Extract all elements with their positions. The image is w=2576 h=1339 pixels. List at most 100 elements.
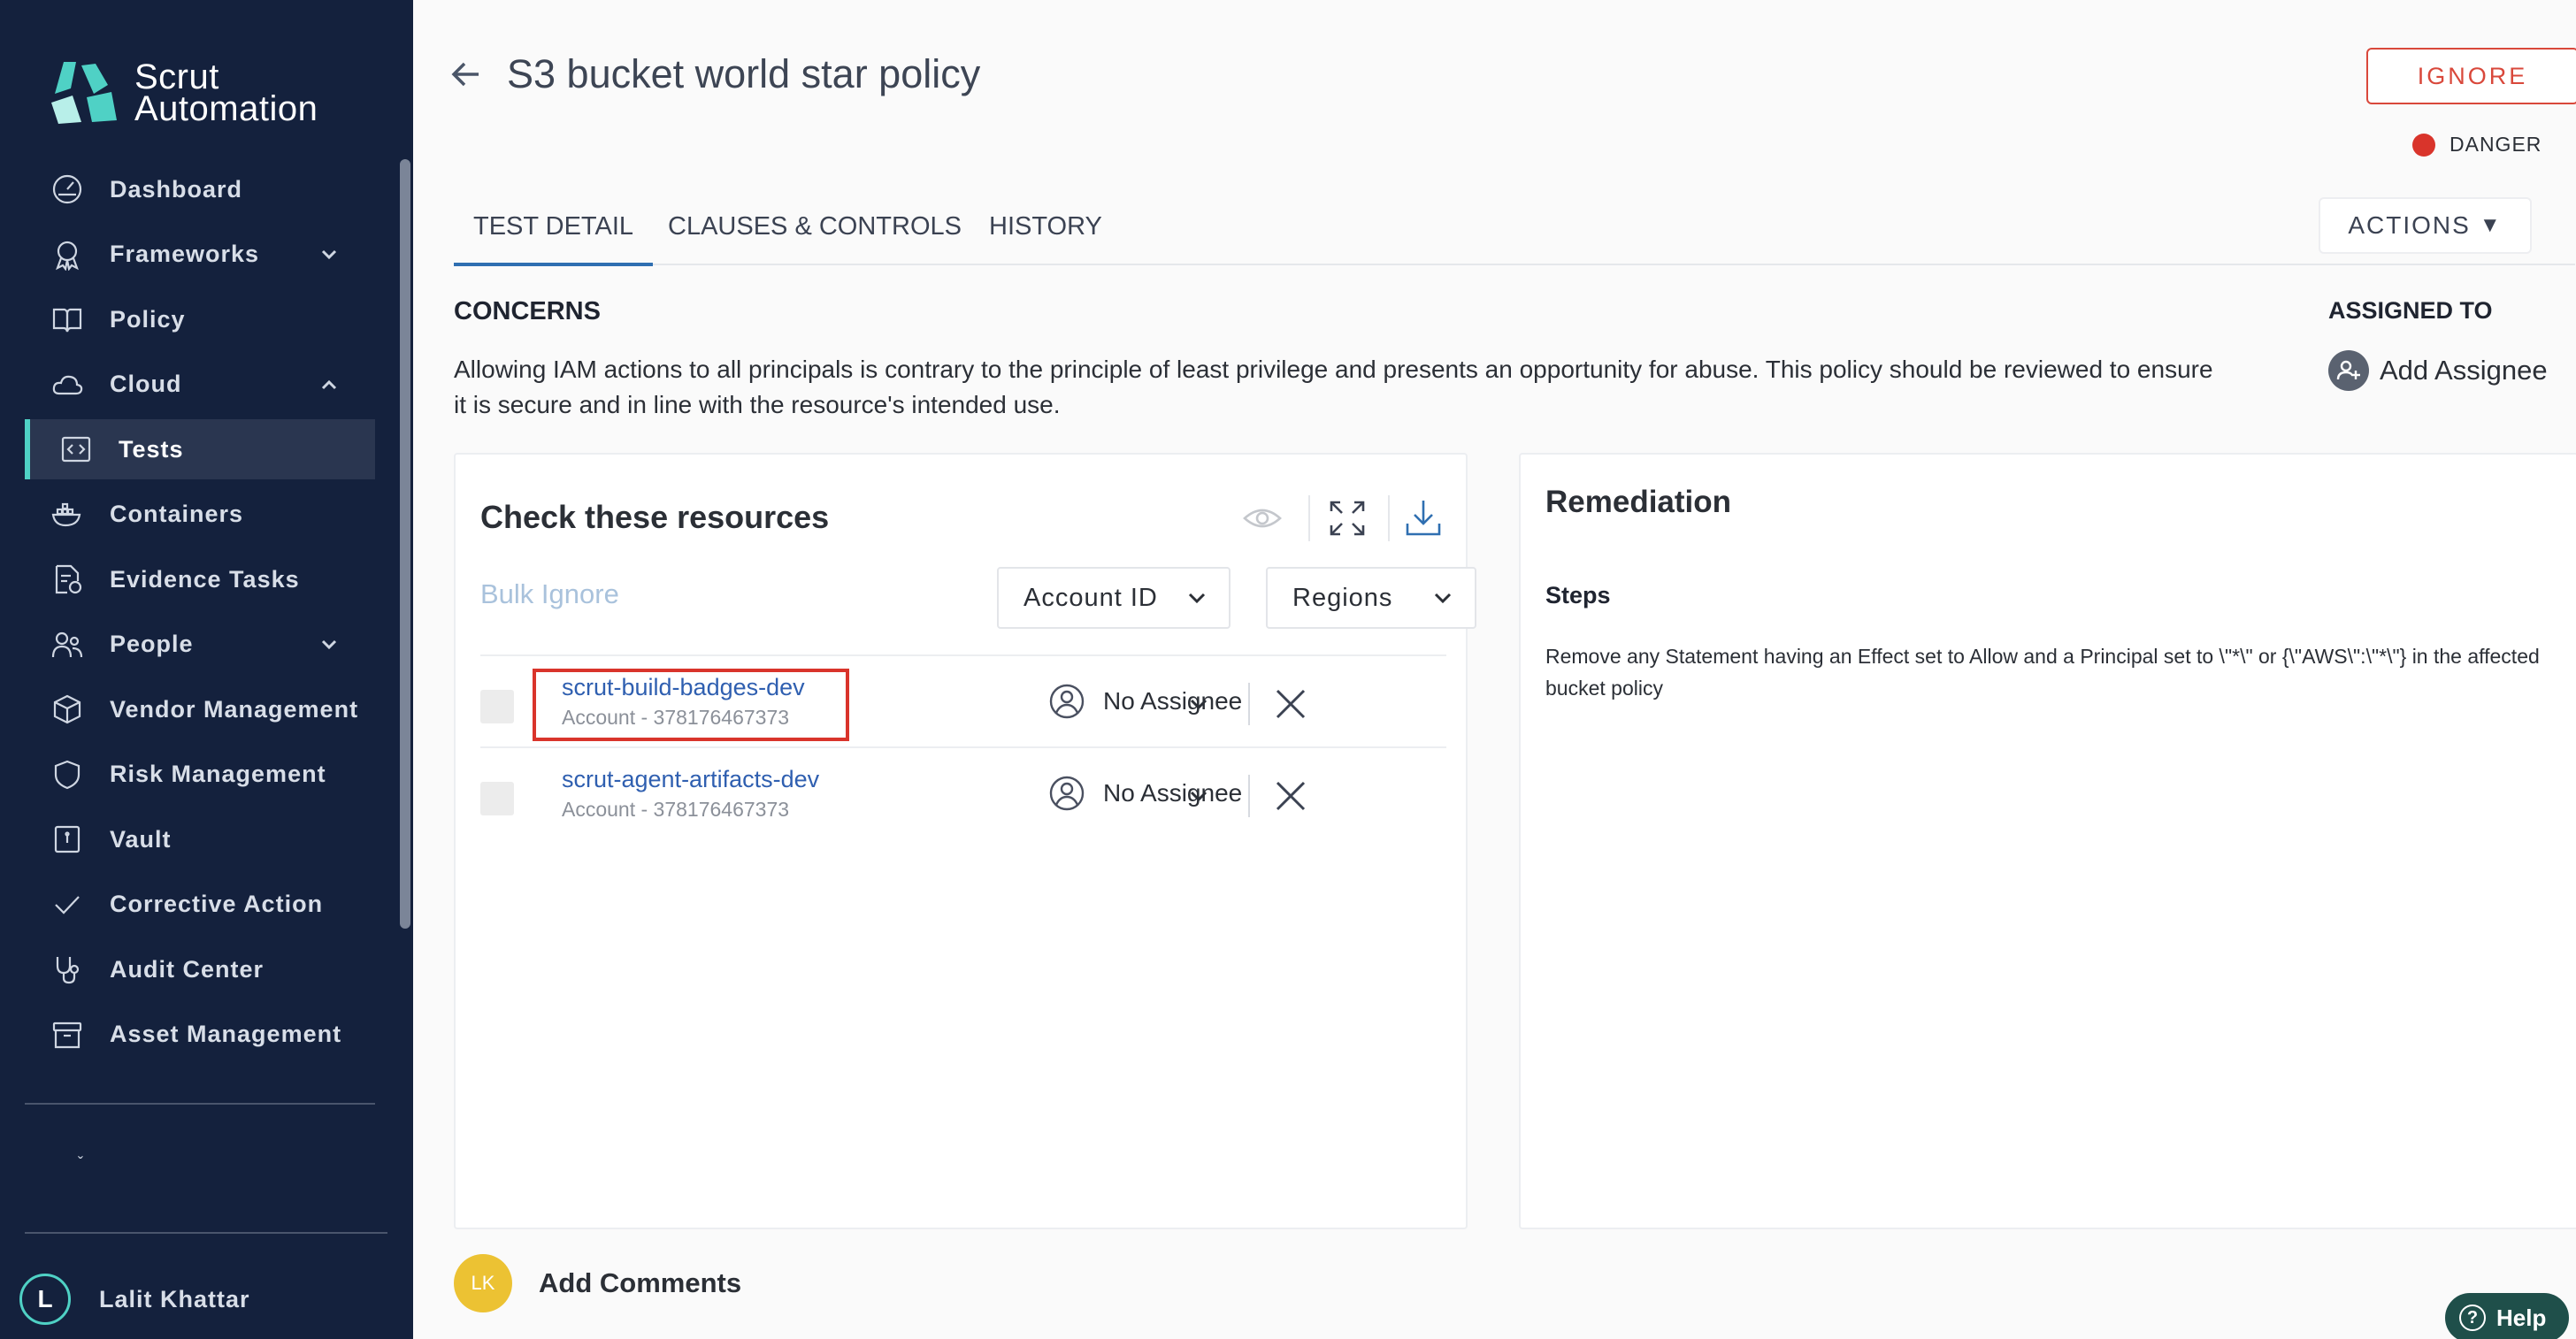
actions-button[interactable]: ACTIONS ▼: [2319, 197, 2532, 254]
archive-icon: [50, 1017, 85, 1052]
concerns-text: Allowing IAM actions to all principals i…: [454, 356, 2213, 418]
add-comments[interactable]: LK Add Comments: [454, 1254, 741, 1312]
tab-test-detail[interactable]: TEST DETAIL: [454, 212, 654, 266]
sidebar-item-label: Evidence Tasks: [110, 565, 300, 593]
steps-heading: Steps: [1545, 582, 1611, 608]
sidebar: Scrut Automation Dashboard Frameworks Po…: [0, 0, 413, 1339]
avatar: L: [19, 1274, 71, 1325]
add-user-icon: [2328, 350, 2369, 391]
award-icon: [50, 237, 85, 272]
regions-label: Regions: [1292, 583, 1393, 612]
sidebar-item-label: Cloud: [110, 371, 182, 397]
sidebar-item-label: Frameworks: [110, 241, 260, 267]
chevron-down-icon[interactable]: [318, 244, 340, 265]
file-check-icon: [50, 562, 85, 597]
eye-icon[interactable]: [1241, 497, 1284, 539]
severity-badge: DANGER: [2412, 133, 2542, 157]
assigned-to-heading: ASSIGNED TO: [2328, 297, 2493, 324]
sidebar-item-cloud[interactable]: Cloud: [25, 355, 375, 415]
back-arrow-icon[interactable]: [448, 57, 484, 92]
remediation-title: Remediation: [1545, 485, 1732, 519]
sidebar-item-vendor-management[interactable]: Vendor Management: [25, 679, 375, 739]
sidebar-item-corrective-action[interactable]: Corrective Action: [25, 875, 375, 935]
download-icon[interactable]: [1402, 497, 1445, 539]
user-name: Lalit Khattar: [99, 1285, 250, 1312]
sidebar-item-label: Corrective Action: [110, 891, 324, 917]
sidebar-item-label: Audit Center: [110, 955, 264, 983]
resource-link[interactable]: scrut-agent-artifacts-dev: [562, 766, 819, 793]
expand-icon[interactable]: [1326, 497, 1368, 539]
box-icon: [50, 692, 85, 727]
sidebar-item-label: Asset Management: [110, 1021, 342, 1047]
sidebar-item-evidence-tasks[interactable]: Evidence Tasks: [25, 549, 375, 609]
collapse-handle-icon[interactable]: ˇ: [78, 1154, 83, 1173]
danger-dot-icon: [2412, 133, 2435, 157]
sidebar-item-frameworks[interactable]: Frameworks: [25, 225, 375, 285]
people-icon: [50, 627, 85, 662]
toolbar-divider: [1308, 495, 1310, 541]
chevron-down-icon: [1434, 593, 1452, 604]
tab-clauses-controls[interactable]: CLAUSES & CONTROLS: [668, 212, 962, 241]
chevron-up-icon[interactable]: [318, 374, 340, 395]
check-icon: [50, 887, 85, 922]
close-icon[interactable]: [1273, 778, 1308, 814]
page-title: S3 bucket world star policy: [507, 51, 981, 96]
help-button[interactable]: ? Help: [2445, 1293, 2569, 1339]
ignore-button[interactable]: IGNORE: [2366, 48, 2576, 104]
user-circle-icon: [1049, 684, 1085, 719]
close-icon[interactable]: [1273, 686, 1308, 722]
severity-label: DANGER: [2450, 133, 2542, 156]
tab-bar: TEST DETAIL CLAUSES & CONTROLS HISTORY: [454, 200, 2575, 266]
sidebar-item-policy[interactable]: Policy: [25, 289, 375, 349]
chevron-down-icon[interactable]: [1186, 784, 1211, 808]
assignee-select[interactable]: No Assignee: [1048, 683, 1242, 720]
account-id-dropdown[interactable]: Account ID: [997, 567, 1230, 629]
sidebar-divider: [25, 1103, 375, 1105]
shield-icon: [50, 757, 85, 792]
toolbar-divider: [1388, 495, 1390, 541]
concerns-heading: CONCERNS: [454, 297, 601, 325]
sidebar-item-label: Vault: [110, 825, 172, 853]
cloud-icon: [50, 367, 85, 402]
sidebar-item-people[interactable]: People: [25, 615, 375, 675]
user-circle-icon: [1049, 776, 1085, 811]
sidebar-item-risk-management[interactable]: Risk Management: [25, 745, 375, 805]
add-assignee-button[interactable]: Add Assignee: [2328, 350, 2548, 391]
row-divider: [1248, 775, 1250, 817]
chevron-down-icon: [1188, 593, 1206, 604]
help-label: Help: [2496, 1304, 2547, 1331]
sidebar-item-vault[interactable]: Vault: [25, 809, 375, 869]
sidebar-item-label: Tests: [119, 435, 184, 463]
sidebar-item-label: People: [110, 631, 194, 657]
row-checkbox[interactable]: [480, 690, 514, 723]
assignee-label: No Assignee: [1103, 687, 1243, 715]
chevron-down-icon[interactable]: [1186, 692, 1211, 716]
question-icon: ?: [2459, 1305, 2486, 1331]
sidebar-item-asset-management[interactable]: Asset Management: [25, 1005, 375, 1065]
assignee-select[interactable]: No Assignee: [1048, 775, 1242, 812]
sidebar-item-label: Vendor Management: [110, 695, 359, 723]
sidebar-item-label: Policy: [110, 305, 186, 333]
regions-dropdown[interactable]: Regions: [1266, 567, 1476, 629]
stethoscope-icon: [50, 952, 85, 987]
resource-account: Account - 378176467373: [562, 798, 790, 821]
selection-highlight: [533, 669, 849, 741]
row-checkbox[interactable]: [480, 782, 514, 815]
chevron-down-icon[interactable]: [318, 634, 340, 655]
sidebar-item-audit-center[interactable]: Audit Center: [25, 939, 375, 999]
sidebar-item-dashboard[interactable]: Dashboard: [25, 159, 375, 219]
row-divider: [1248, 683, 1250, 725]
tab-history[interactable]: HISTORY: [989, 212, 1102, 241]
sidebar-item-tests[interactable]: Tests: [25, 419, 375, 479]
user-profile[interactable]: L Lalit Khattar: [19, 1274, 250, 1325]
sidebar-scrollbar[interactable]: [400, 159, 410, 929]
logo[interactable]: Scrut Automation: [46, 58, 318, 127]
sidebar-item-label: Dashboard: [110, 175, 243, 203]
sidebar-item-containers[interactable]: Containers: [25, 485, 375, 545]
steps-text: Remove any Statement having an Effect se…: [1545, 645, 2540, 700]
bulk-ignore-button[interactable]: Bulk Ignore: [480, 578, 619, 610]
table-row: scrut-agent-artifacts-dev Account - 3781…: [480, 748, 1446, 840]
scrut-logo-icon: [51, 62, 117, 124]
actions-label: ACTIONS: [2348, 211, 2471, 239]
sidebar-item-label: Risk Management: [110, 761, 326, 787]
